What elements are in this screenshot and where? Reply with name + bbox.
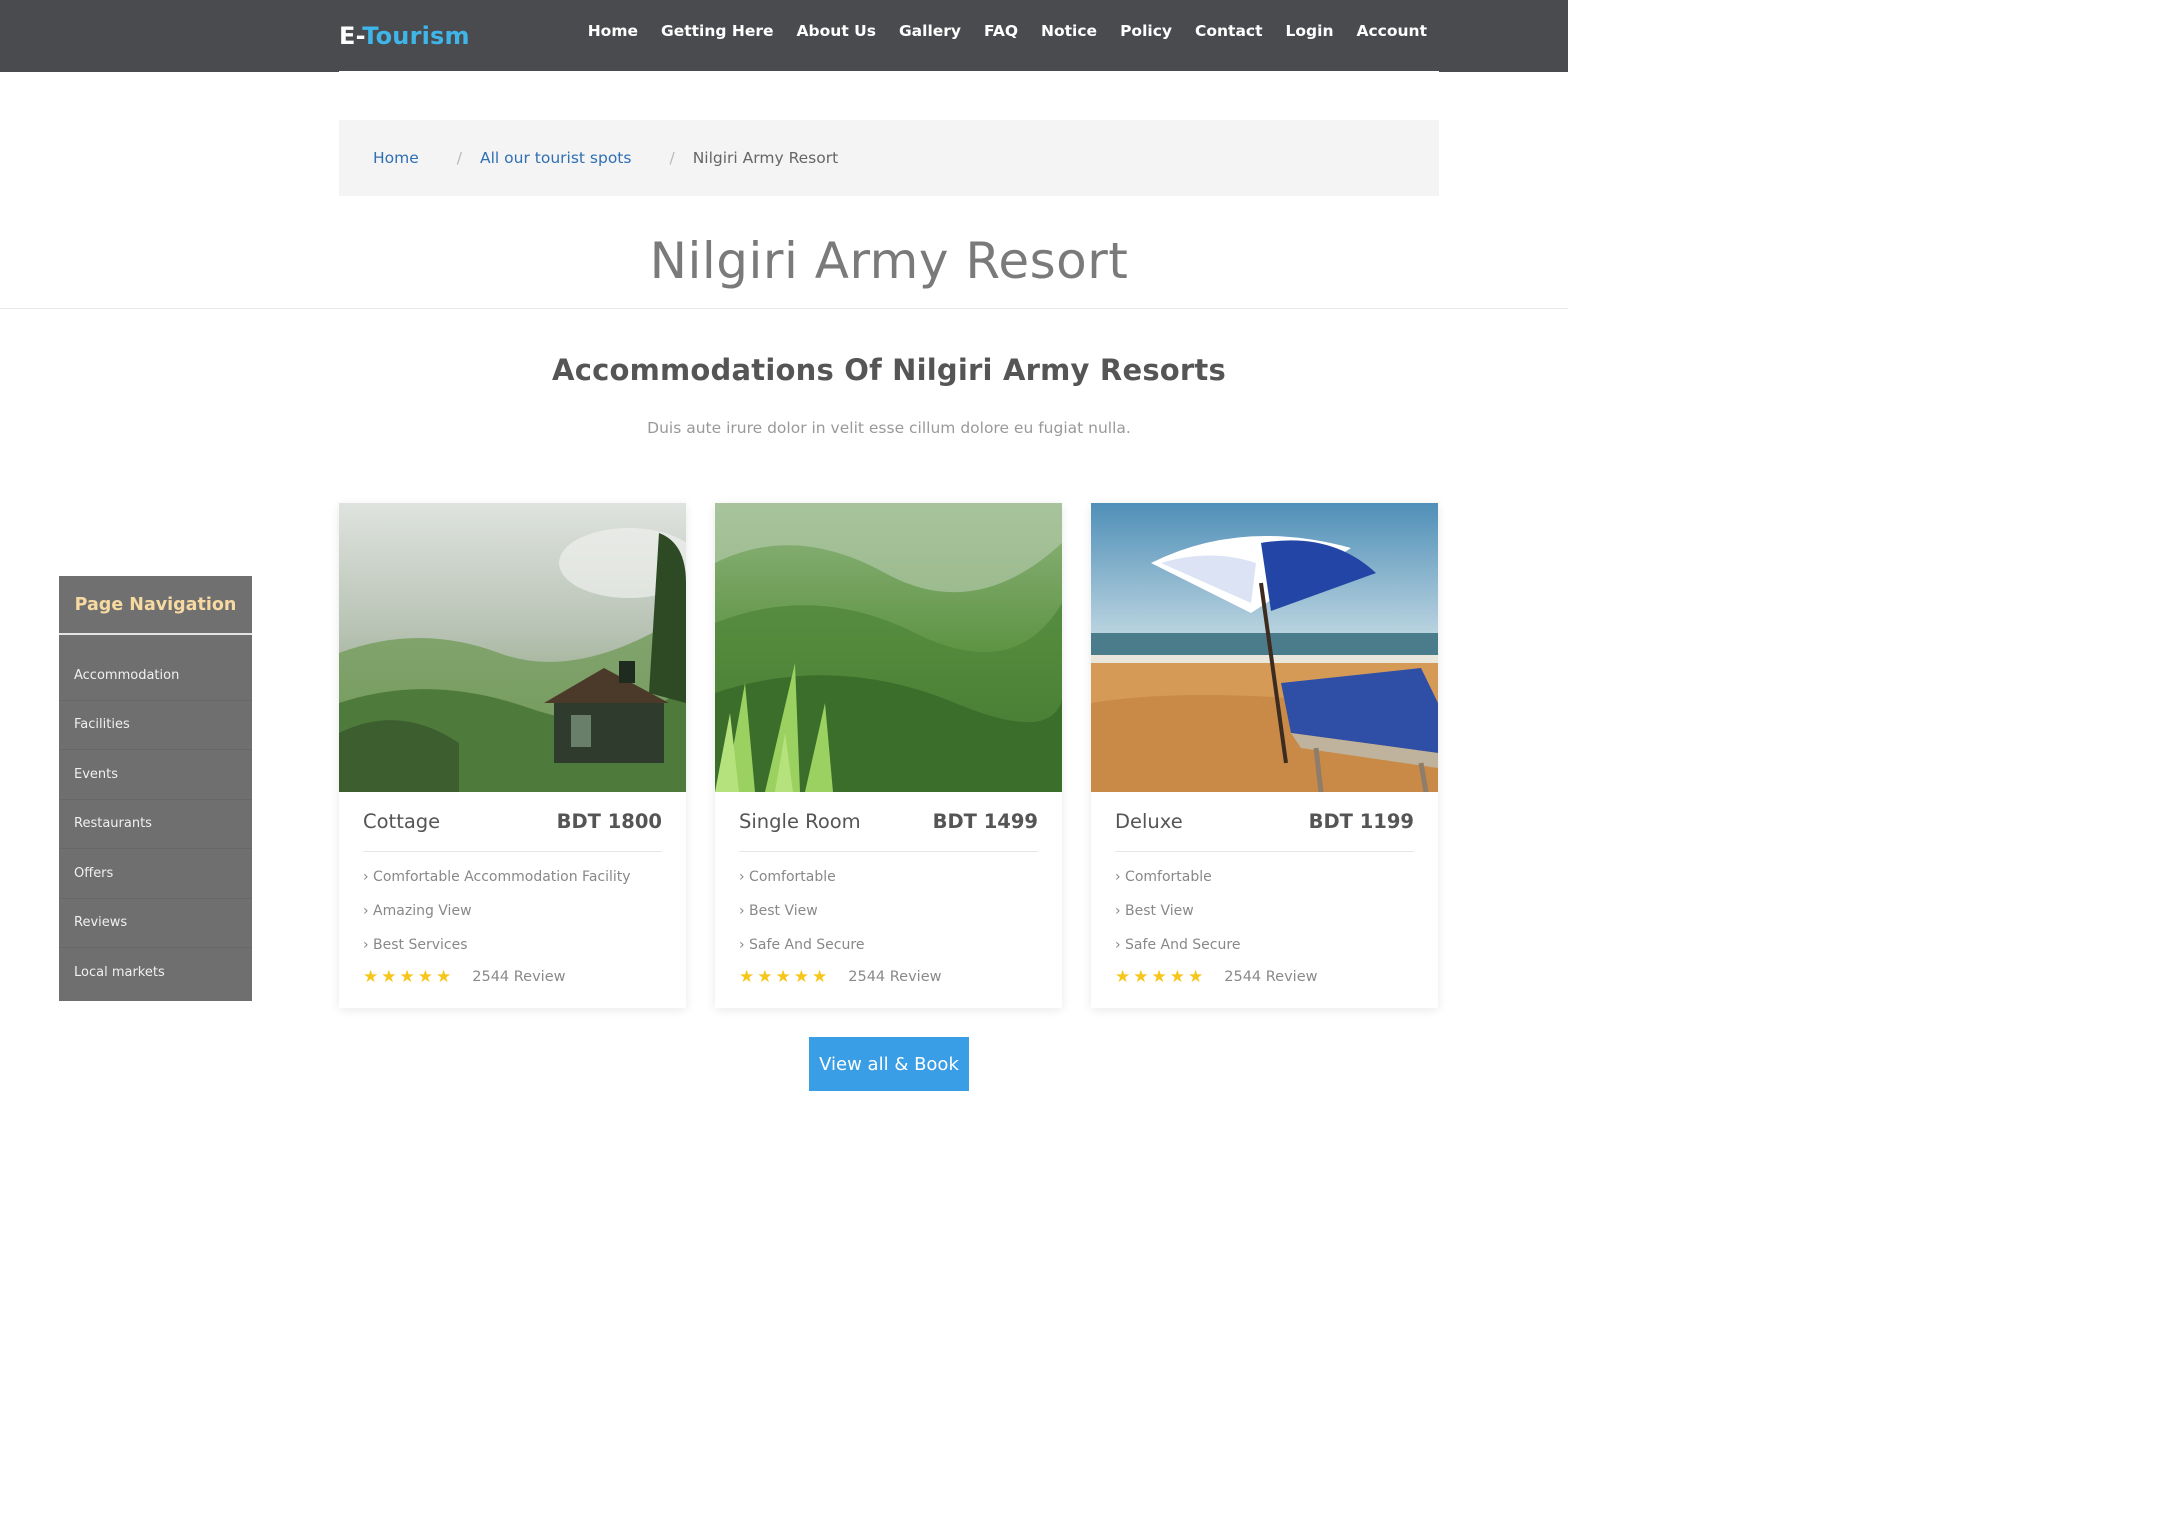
room-card-header: Cottage BDT 1800 bbox=[363, 810, 662, 833]
room-feature: › Best View bbox=[1115, 903, 1194, 919]
breadcrumb-current: Nilgiri Army Resort bbox=[692, 149, 839, 167]
room-feature: › Comfortable Accommodation Facility bbox=[363, 869, 631, 885]
sidenav-item-offers[interactable]: Offers bbox=[59, 849, 252, 899]
sidenav-item-local-markets[interactable]: Local markets bbox=[59, 948, 252, 998]
view-all-book-button[interactable]: View all & Book bbox=[809, 1037, 969, 1091]
nav-home[interactable]: Home bbox=[588, 22, 638, 40]
nav-about-us[interactable]: About Us bbox=[797, 22, 876, 40]
room-card-cottage[interactable]: Cottage BDT 1800 › Comfortable Accommoda… bbox=[339, 503, 686, 1008]
room-image-cottage[interactable] bbox=[339, 503, 686, 792]
breadcrumb-separator: / bbox=[669, 149, 675, 167]
room-image-deluxe[interactable] bbox=[1091, 503, 1438, 792]
sidenav-item-accommodation[interactable]: Accommodation bbox=[59, 651, 252, 701]
room-feature: › Safe And Secure bbox=[739, 937, 865, 953]
card-divider bbox=[363, 851, 662, 852]
nav-account[interactable]: Account bbox=[1357, 22, 1428, 40]
nav-faq[interactable]: FAQ bbox=[984, 22, 1018, 40]
star-icon: ★ bbox=[436, 967, 452, 987]
breadcrumb-home[interactable]: Home bbox=[373, 149, 419, 167]
sidenav-item-facilities[interactable]: Facilities bbox=[59, 701, 252, 750]
sidenav-item-reviews[interactable]: Reviews bbox=[59, 899, 252, 948]
star-icon: ★ bbox=[1151, 967, 1167, 987]
star-icon: ★ bbox=[739, 967, 755, 987]
breadcrumb-separator: / bbox=[456, 149, 463, 167]
room-feature: › Best Services bbox=[363, 937, 468, 953]
breadcrumb: Home / All our tourist spots / Nilgiri A… bbox=[339, 120, 1439, 196]
nav-getting-here[interactable]: Getting Here bbox=[661, 22, 774, 40]
card-divider bbox=[739, 851, 1038, 852]
star-icon: ★ bbox=[1188, 967, 1204, 987]
star-icon: ★ bbox=[812, 967, 828, 987]
card-divider bbox=[1115, 851, 1414, 852]
nav-contact[interactable]: Contact bbox=[1195, 22, 1263, 40]
sidenav-item-events[interactable]: Events bbox=[59, 750, 252, 800]
nav-gallery[interactable]: Gallery bbox=[899, 22, 961, 40]
star-icon: ★ bbox=[363, 967, 379, 987]
nav-login[interactable]: Login bbox=[1286, 22, 1334, 40]
page-navigation-list: Accommodation Facilities Events Restaura… bbox=[59, 635, 252, 998]
room-rating: ★ ★ ★ ★ ★ 2544 Review bbox=[739, 967, 942, 987]
room-name: Single Room bbox=[739, 810, 861, 833]
star-icon: ★ bbox=[399, 967, 415, 987]
star-icon: ★ bbox=[793, 967, 809, 987]
room-feature: › Safe And Secure bbox=[1115, 937, 1241, 953]
room-price: BDT 1199 bbox=[1308, 810, 1414, 833]
title-divider bbox=[0, 308, 1568, 309]
room-feature: › Comfortable bbox=[1115, 869, 1212, 885]
star-icon: ★ bbox=[757, 967, 773, 987]
page-navigation-panel: Page Navigation Accommodation Facilities… bbox=[59, 576, 252, 1001]
room-rating: ★ ★ ★ ★ ★ 2544 Review bbox=[1115, 967, 1318, 987]
page-navigation-heading: Page Navigation bbox=[59, 576, 252, 635]
top-navbar: E-Tourism Home Getting Here About Us Gal… bbox=[0, 0, 1568, 73]
star-icon: ★ bbox=[1115, 967, 1131, 987]
review-count: 2544 Review bbox=[472, 969, 566, 985]
main-nav: Home Getting Here About Us Gallery FAQ N… bbox=[565, 22, 1427, 40]
room-card-deluxe[interactable]: Deluxe BDT 1199 › Comfortable › Best Vie… bbox=[1091, 503, 1438, 1008]
star-icon: ★ bbox=[1169, 967, 1185, 987]
star-icon: ★ bbox=[1133, 967, 1149, 987]
room-feature: › Best View bbox=[739, 903, 818, 919]
room-price: BDT 1499 bbox=[932, 810, 1038, 833]
room-card-single-room[interactable]: Single Room BDT 1499 › Comfortable › Bes… bbox=[715, 503, 1062, 1008]
logo-text: Tourism bbox=[362, 22, 470, 50]
breadcrumb-tourist-spots[interactable]: All our tourist spots bbox=[480, 149, 631, 167]
room-name: Deluxe bbox=[1115, 810, 1183, 833]
review-count: 2544 Review bbox=[1224, 969, 1318, 985]
page-title: Nilgiri Army Resort bbox=[649, 232, 1129, 290]
room-feature: › Amazing View bbox=[363, 903, 472, 919]
section-subtitle: Duis aute irure dolor in velit esse cill… bbox=[647, 419, 1131, 437]
sidenav-item-restaurants[interactable]: Restaurants bbox=[59, 800, 252, 849]
room-card-header: Single Room BDT 1499 bbox=[739, 810, 1038, 833]
section-title: Accommodations Of Nilgiri Army Resorts bbox=[552, 353, 1226, 387]
star-icon: ★ bbox=[381, 967, 397, 987]
room-rating: ★ ★ ★ ★ ★ 2544 Review bbox=[363, 967, 566, 987]
room-image-single-room[interactable] bbox=[715, 503, 1062, 792]
room-card-header: Deluxe BDT 1199 bbox=[1115, 810, 1414, 833]
logo-prefix: E- bbox=[339, 22, 363, 50]
header-divider bbox=[339, 71, 1439, 73]
room-price: BDT 1800 bbox=[556, 810, 662, 833]
nav-notice[interactable]: Notice bbox=[1041, 22, 1097, 40]
room-name: Cottage bbox=[363, 810, 441, 833]
review-count: 2544 Review bbox=[848, 969, 942, 985]
site-logo[interactable]: E-Tourism bbox=[339, 22, 470, 50]
star-icon: ★ bbox=[775, 967, 791, 987]
star-icon: ★ bbox=[417, 967, 433, 987]
nav-policy[interactable]: Policy bbox=[1120, 22, 1172, 40]
room-feature: › Comfortable bbox=[739, 869, 836, 885]
